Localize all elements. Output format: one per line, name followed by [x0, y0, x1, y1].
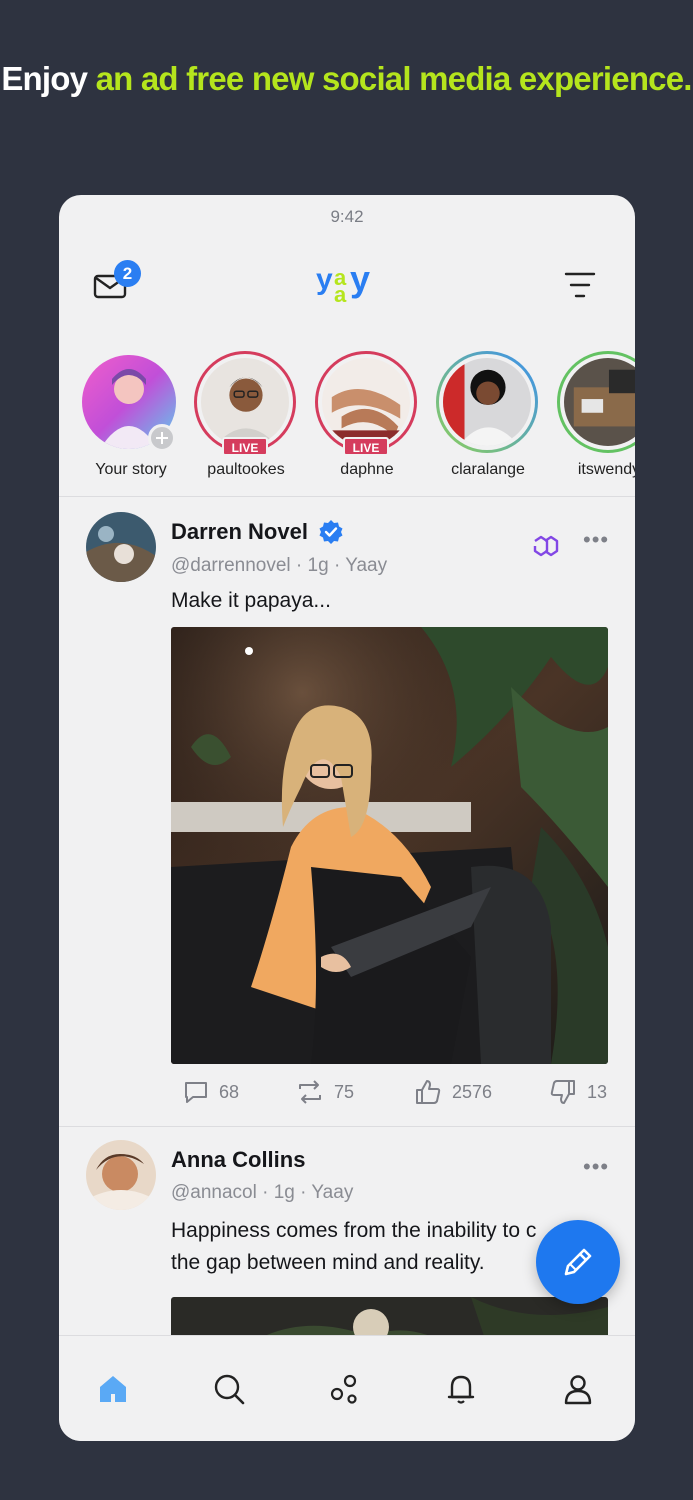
yaay-logo[interactable]: y a a y — [314, 257, 384, 313]
promo-headline-green: an ad free new social media experience. — [95, 60, 693, 97]
dislike-icon — [550, 1080, 575, 1104]
add-story-icon[interactable] — [148, 424, 176, 452]
logo-letter-y1: y — [316, 263, 333, 296]
post-time: 1g — [273, 1182, 295, 1203]
post-meta: @annacol · 1g · Yaay — [171, 1182, 353, 1204]
more-options-icon[interactable]: ••• — [583, 1154, 609, 1180]
bottom-tab-bar — [59, 1335, 635, 1441]
author-name[interactable]: Anna Collins — [171, 1147, 305, 1173]
post-card: Darren Novel @darrennovel · 1g · Yaay ••… — [59, 497, 635, 1125]
verified-icon — [319, 520, 343, 544]
meta-dot-1: · — [256, 1182, 274, 1203]
author-name[interactable]: Darren Novel — [171, 519, 308, 545]
search-icon[interactable] — [212, 1372, 246, 1406]
promo-headline: Enjoy an ad free new social media experi… — [0, 58, 693, 100]
dislike-count: 13 — [587, 1081, 608, 1102]
comment-icon — [185, 1082, 207, 1103]
profile-icon[interactable] — [561, 1372, 595, 1406]
story-ring — [436, 351, 538, 453]
repost-button[interactable]: 75 — [296, 1077, 354, 1107]
comment-count: 68 — [219, 1081, 240, 1102]
promo-headline-white: Enjoy — [1, 60, 88, 97]
network-icon[interactable] — [328, 1372, 362, 1406]
story-ring — [557, 351, 635, 453]
post-source: Yaay — [311, 1182, 354, 1203]
comment-button[interactable]: 68 — [183, 1077, 239, 1107]
stories-row: Your story LIVE paultookes LIVE daphne c… — [59, 351, 635, 481]
author-handle: @darrennovel — [171, 555, 291, 576]
post-source: Yaay — [345, 555, 388, 576]
post-image[interactable] — [171, 1297, 608, 1335]
home-icon[interactable] — [96, 1372, 130, 1406]
post-image[interactable] — [171, 627, 608, 1064]
story-name: itswendy — [577, 461, 635, 478]
post-actions: 68 75 2576 13 — [171, 1077, 608, 1107]
phone-screen: 9:42 2 y a a y Your story LIVE paultooke… — [59, 195, 635, 1441]
logo-letter-a2: a — [334, 282, 347, 307]
post-meta: @darrennovel · 1g · Yaay — [171, 555, 387, 577]
story-name: paultookes — [207, 461, 285, 478]
chain-link-icon[interactable] — [531, 533, 561, 559]
repost-icon — [299, 1080, 321, 1104]
repost-count: 75 — [334, 1081, 355, 1102]
live-badge: LIVE — [343, 437, 389, 456]
pencil-icon — [564, 1248, 592, 1276]
author-handle: @annacol — [171, 1182, 257, 1203]
meta-dot-2: · — [294, 1182, 312, 1203]
compose-button[interactable] — [536, 1220, 620, 1304]
meta-dot-1: · — [290, 555, 308, 576]
author-avatar[interactable] — [86, 1140, 156, 1210]
meta-dot-2: · — [328, 555, 346, 576]
story-name: claralange — [451, 461, 525, 478]
like-count: 2576 — [452, 1081, 493, 1102]
live-badge: LIVE — [222, 437, 268, 456]
like-button[interactable]: 2576 — [414, 1077, 492, 1107]
dislike-button[interactable]: 13 — [549, 1077, 607, 1107]
story-name: daphne — [340, 461, 394, 478]
inbox-badge: 2 — [114, 260, 141, 287]
post-text: Make it papaya... — [171, 589, 331, 612]
bell-icon[interactable] — [444, 1372, 478, 1406]
more-options-icon[interactable]: ••• — [583, 527, 609, 553]
logo-letter-y2: y — [350, 258, 370, 299]
filter-icon[interactable] — [564, 269, 596, 303]
status-time: 9:42 — [330, 207, 364, 226]
author-avatar[interactable] — [86, 512, 156, 582]
post-time: 1g — [307, 555, 329, 576]
like-icon — [416, 1080, 441, 1104]
